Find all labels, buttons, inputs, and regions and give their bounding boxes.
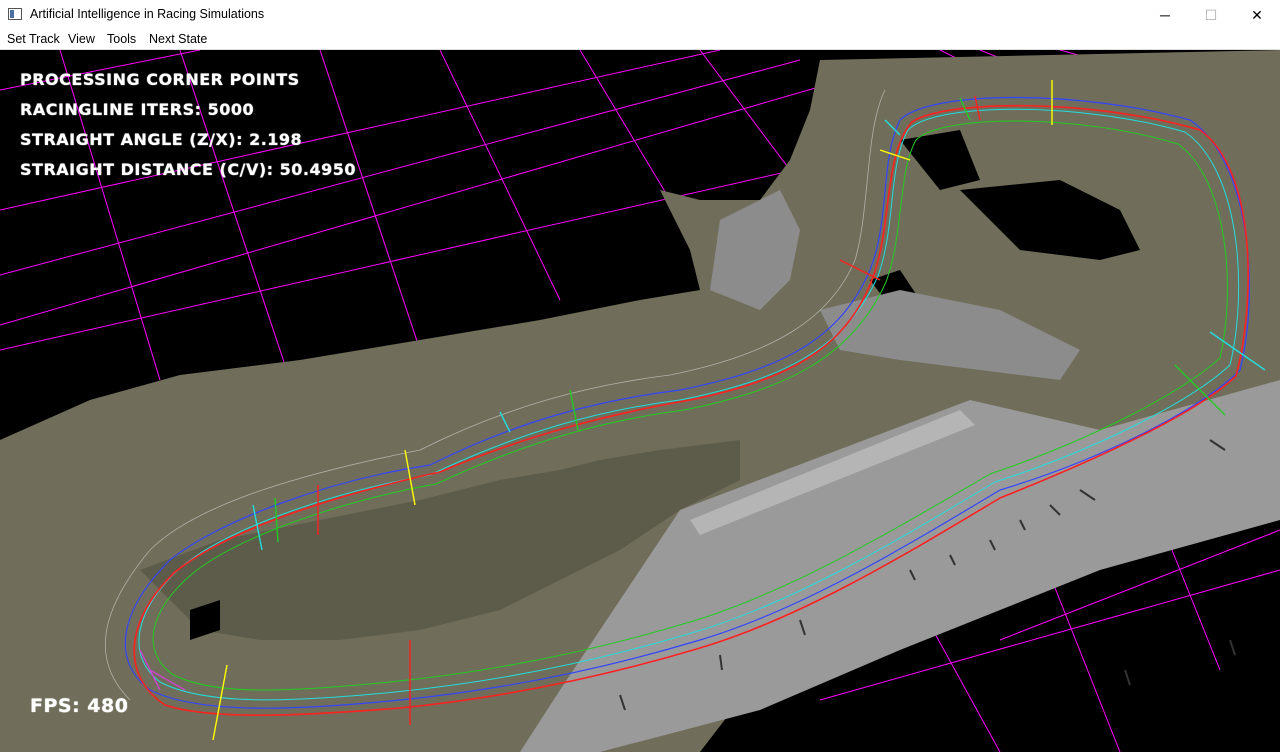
straight-distance-text: STRAIGHT DISTANCE (C/V): 50.4950: [20, 160, 356, 179]
window-title: Artificial Intelligence in Racing Simula…: [30, 7, 265, 21]
racingline-iters-text: RACINGLINE ITERS: 5000: [20, 100, 255, 119]
menu-bar: Set Track View Tools Next State: [0, 30, 1280, 50]
menu-view[interactable]: View: [68, 32, 95, 46]
track-scene: [0, 50, 1280, 752]
menu-tools[interactable]: Tools: [107, 32, 136, 46]
status-text: PROCESSING CORNER POINTS: [20, 70, 300, 89]
straight-angle-text: STRAIGHT ANGLE (Z/X): 2.198: [20, 130, 303, 149]
title-bar[interactable]: Artificial Intelligence in Racing Simula…: [0, 0, 1280, 30]
minimize-button[interactable]: ─: [1142, 0, 1188, 30]
maximize-button[interactable]: ☐: [1188, 0, 1234, 30]
menu-next-state[interactable]: Next State: [149, 32, 207, 46]
menu-set-track[interactable]: Set Track: [7, 32, 60, 46]
fps-counter: FPS: 480: [30, 695, 129, 717]
app-icon: [8, 8, 22, 20]
simulation-viewport[interactable]: PROCESSING CORNER POINTS RACINGLINE ITER…: [0, 50, 1280, 752]
close-button[interactable]: ✕: [1234, 0, 1280, 30]
